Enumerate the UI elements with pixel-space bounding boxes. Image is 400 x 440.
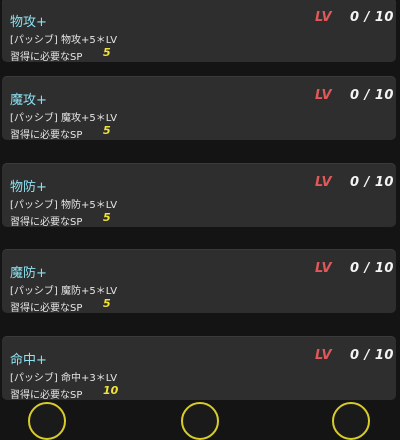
skill-description: [パッシブ] 命中+3＊LV <box>10 373 118 384</box>
lv-label: LV <box>315 88 332 103</box>
skill-card-physical-defense[interactable]: 物防+ LV 0 / 10 [パッシブ] 物防+5＊LV 習得に必要なSP 5 <box>2 163 396 228</box>
sp-required-value: 5 <box>103 124 111 137</box>
skill-card-physical-attack[interactable]: 物攻+ LV 0 / 10 [パッシブ] 物攻+5＊LV 習得に必要なSP 5 <box>2 0 396 63</box>
sp-required-label: 習得に必要なSP <box>10 217 83 228</box>
skill-description: [パッシブ] 魔防+5＊LV <box>10 286 118 297</box>
skill-description: [パッシブ] 魔攻+5＊LV <box>10 113 118 124</box>
skill-card-accuracy[interactable]: 命中+ LV 0 / 10 [パッシブ] 命中+3＊LV 習得に必要なSP 10 <box>2 336 396 401</box>
lv-label: LV <box>315 348 332 363</box>
sp-required-label: 習得に必要なSP <box>10 52 83 63</box>
skill-name: 魔防+ <box>10 266 47 281</box>
skill-description: [パッシブ] 物攻+5＊LV <box>10 35 118 46</box>
skill-name: 魔攻+ <box>10 93 47 108</box>
skill-level: 0 / 10 <box>350 261 394 276</box>
skill-card-magic-defense[interactable]: 魔防+ LV 0 / 10 [パッシブ] 魔防+5＊LV 習得に必要なSP 5 <box>2 249 396 314</box>
sp-required-label: 習得に必要なSP <box>10 303 83 314</box>
lv-label: LV <box>315 175 332 190</box>
sp-required-label: 習得に必要なSP <box>10 390 83 401</box>
lv-label: LV <box>315 10 332 25</box>
bottom-round-button-right[interactable] <box>332 402 370 440</box>
skill-level: 0 / 10 <box>350 88 394 103</box>
bottom-round-button-center[interactable] <box>181 402 219 440</box>
sp-required-value: 10 <box>103 384 119 397</box>
sp-required-value: 5 <box>103 46 111 59</box>
skill-name: 物防+ <box>10 180 47 195</box>
skill-level: 0 / 10 <box>350 175 394 190</box>
sp-required-value: 5 <box>103 297 111 310</box>
skill-card-magic-attack[interactable]: 魔攻+ LV 0 / 10 [パッシブ] 魔攻+5＊LV 習得に必要なSP 5 <box>2 76 396 141</box>
skill-description: [パッシブ] 物防+5＊LV <box>10 200 118 211</box>
bottom-round-button-left[interactable] <box>28 402 66 440</box>
sp-required-value: 5 <box>103 211 111 224</box>
lv-label: LV <box>315 261 332 276</box>
skill-level: 0 / 10 <box>350 348 394 363</box>
skill-level: 0 / 10 <box>350 10 394 25</box>
sp-required-label: 習得に必要なSP <box>10 130 83 141</box>
skill-name: 物攻+ <box>10 15 47 30</box>
skill-name: 命中+ <box>10 353 47 368</box>
